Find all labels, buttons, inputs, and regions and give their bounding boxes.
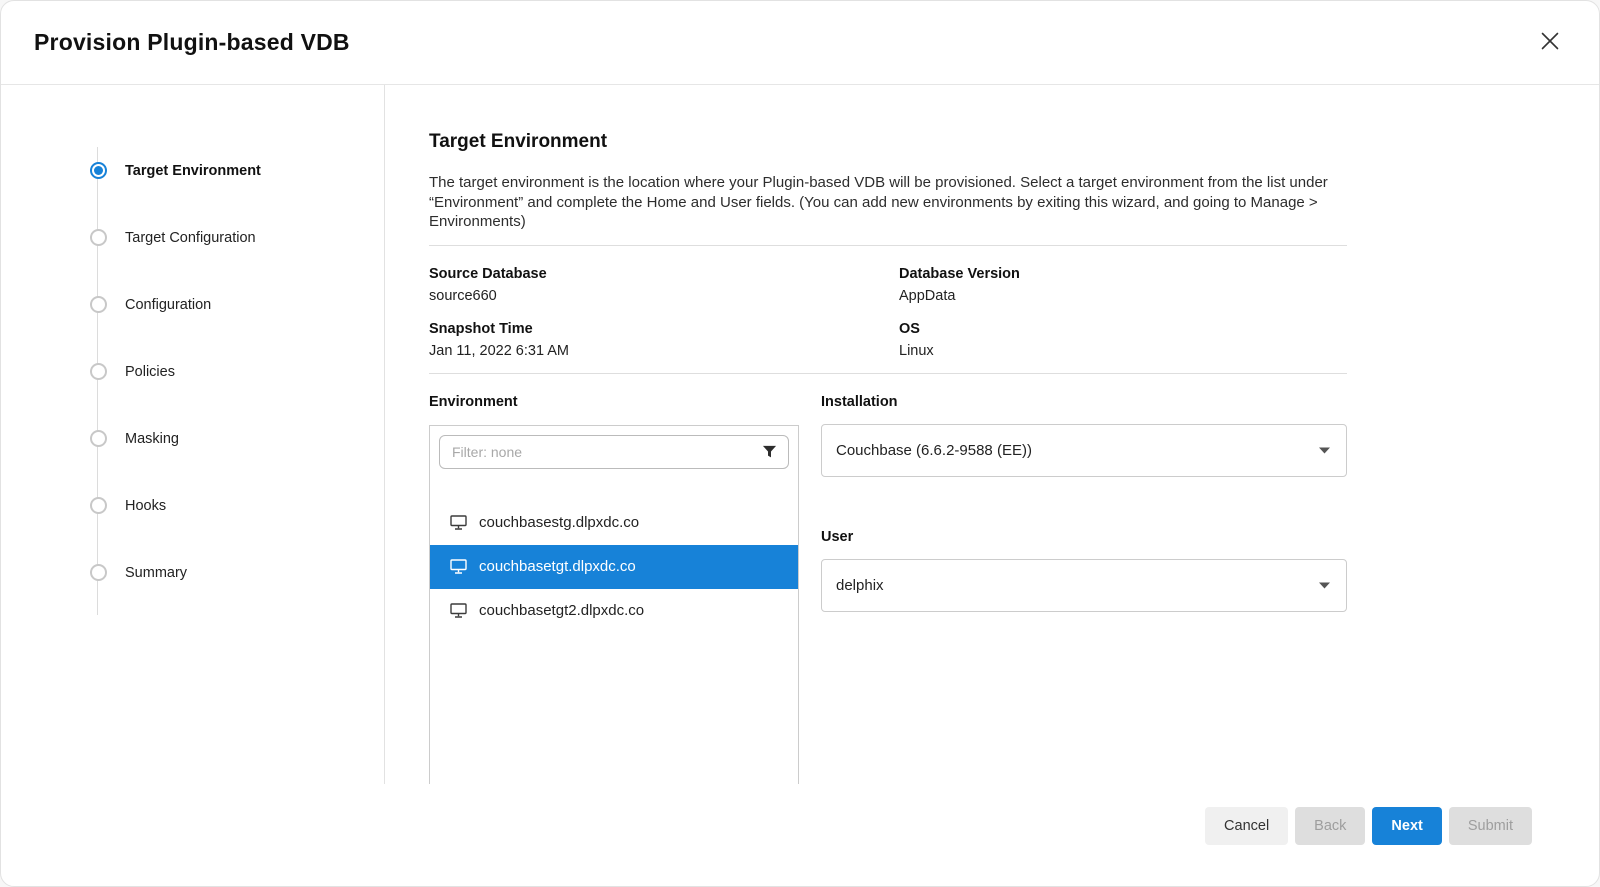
step-hooks[interactable]: Hooks <box>1 472 384 539</box>
database-version-label: Database Version <box>899 266 1347 282</box>
step-label: Hooks <box>125 498 166 514</box>
environment-items: couchbasestg.dlpxdc.co couchbasetgt.dlpx… <box>430 501 798 633</box>
installation-user-column: Installation Couchbase (6.6.2-9588 (EE))… <box>821 394 1347 785</box>
user-select[interactable]: delphix <box>821 559 1347 612</box>
step-circle-icon <box>90 564 107 581</box>
submit-button[interactable]: Submit <box>1449 807 1532 845</box>
step-label: Policies <box>125 364 175 380</box>
next-button[interactable]: Next <box>1372 807 1441 845</box>
installation-label: Installation <box>821 394 1347 410</box>
divider <box>429 245 1347 246</box>
user-selected-value: delphix <box>836 577 884 594</box>
user-label: User <box>821 529 1347 545</box>
environment-item-label: couchbasestg.dlpxdc.co <box>479 514 639 531</box>
host-monitor-icon <box>450 515 467 530</box>
divider <box>429 373 1347 374</box>
host-monitor-icon <box>450 603 467 618</box>
step-label: Configuration <box>125 297 211 313</box>
snapshot-time-info: Snapshot Time Jan 11, 2022 6:31 AM <box>429 321 899 359</box>
close-icon <box>1539 30 1561 55</box>
step-label: Masking <box>125 431 179 447</box>
environment-item-label: couchbasetgt2.dlpxdc.co <box>479 602 644 619</box>
step-label: Target Configuration <box>125 230 256 246</box>
provision-vdb-dialog: Provision Plugin-based VDB Target Enviro… <box>0 0 1600 887</box>
step-content: Target Environment The target environmen… <box>385 85 1599 784</box>
dialog-title: Provision Plugin-based VDB <box>34 29 350 56</box>
source-database-label: Source Database <box>429 266 899 282</box>
step-active-circle-icon <box>90 162 107 179</box>
step-circle-icon <box>90 497 107 514</box>
installation-select[interactable]: Couchbase (6.6.2-9588 (EE)) <box>821 424 1347 477</box>
environment-item-couchbasetgt2[interactable]: couchbasetgt2.dlpxdc.co <box>430 589 798 633</box>
environment-item-couchbasestg[interactable]: couchbasestg.dlpxdc.co <box>430 501 798 545</box>
environment-listbox[interactable]: couchbasestg.dlpxdc.co couchbasetgt.dlpx… <box>429 425 799 785</box>
step-summary[interactable]: Summary <box>1 539 384 606</box>
environment-item-couchbasetgt[interactable]: couchbasetgt.dlpxdc.co <box>430 545 798 589</box>
step-configuration[interactable]: Configuration <box>1 271 384 338</box>
step-circle-icon <box>90 430 107 447</box>
close-button[interactable] <box>1535 28 1565 58</box>
chevron-down-icon <box>1319 447 1330 454</box>
snapshot-time-label: Snapshot Time <box>429 321 899 337</box>
step-label: Target Environment <box>125 163 261 179</box>
step-circle-icon <box>90 296 107 313</box>
source-database-info: Source Database source660 <box>429 266 899 304</box>
step-circle-icon <box>90 229 107 246</box>
step-label: Summary <box>125 565 187 581</box>
host-monitor-icon <box>450 559 467 574</box>
step-masking[interactable]: Masking <box>1 405 384 472</box>
step-target-environment[interactable]: Target Environment <box>1 137 384 204</box>
os-info: OS Linux <box>899 321 1347 359</box>
source-database-value: source660 <box>429 288 899 304</box>
step-target-configuration[interactable]: Target Configuration <box>1 204 384 271</box>
step-description: The target environment is the location w… <box>429 173 1347 232</box>
os-value: Linux <box>899 343 1347 359</box>
dialog-header: Provision Plugin-based VDB <box>1 1 1599 85</box>
database-version-info: Database Version AppData <box>899 266 1347 304</box>
environment-filter <box>439 435 789 469</box>
wizard-stepper: Target Environment Target Configuration … <box>1 85 385 784</box>
environment-column: Environment <box>429 394 799 785</box>
dialog-footer: Cancel Back Next Submit <box>1 784 1599 886</box>
environment-filter-input[interactable] <box>439 435 789 469</box>
os-label: OS <box>899 321 1347 337</box>
filter-funnel-icon[interactable] <box>762 444 777 459</box>
selection-columns: Environment <box>429 394 1347 785</box>
snapshot-time-value: Jan 11, 2022 6:31 AM <box>429 343 899 359</box>
source-info-grid: Source Database source660 Database Versi… <box>429 266 1347 359</box>
database-version-value: AppData <box>899 288 1347 304</box>
installation-selected-value: Couchbase (6.6.2-9588 (EE)) <box>836 442 1032 459</box>
page-title: Target Environment <box>429 131 1347 153</box>
dialog-body: Target Environment Target Configuration … <box>1 85 1599 784</box>
back-button[interactable]: Back <box>1295 807 1365 845</box>
step-policies[interactable]: Policies <box>1 338 384 405</box>
step-circle-icon <box>90 363 107 380</box>
chevron-down-icon <box>1319 582 1330 589</box>
environment-item-label: couchbasetgt.dlpxdc.co <box>479 558 636 575</box>
environment-label: Environment <box>429 394 799 410</box>
cancel-button[interactable]: Cancel <box>1205 807 1288 845</box>
